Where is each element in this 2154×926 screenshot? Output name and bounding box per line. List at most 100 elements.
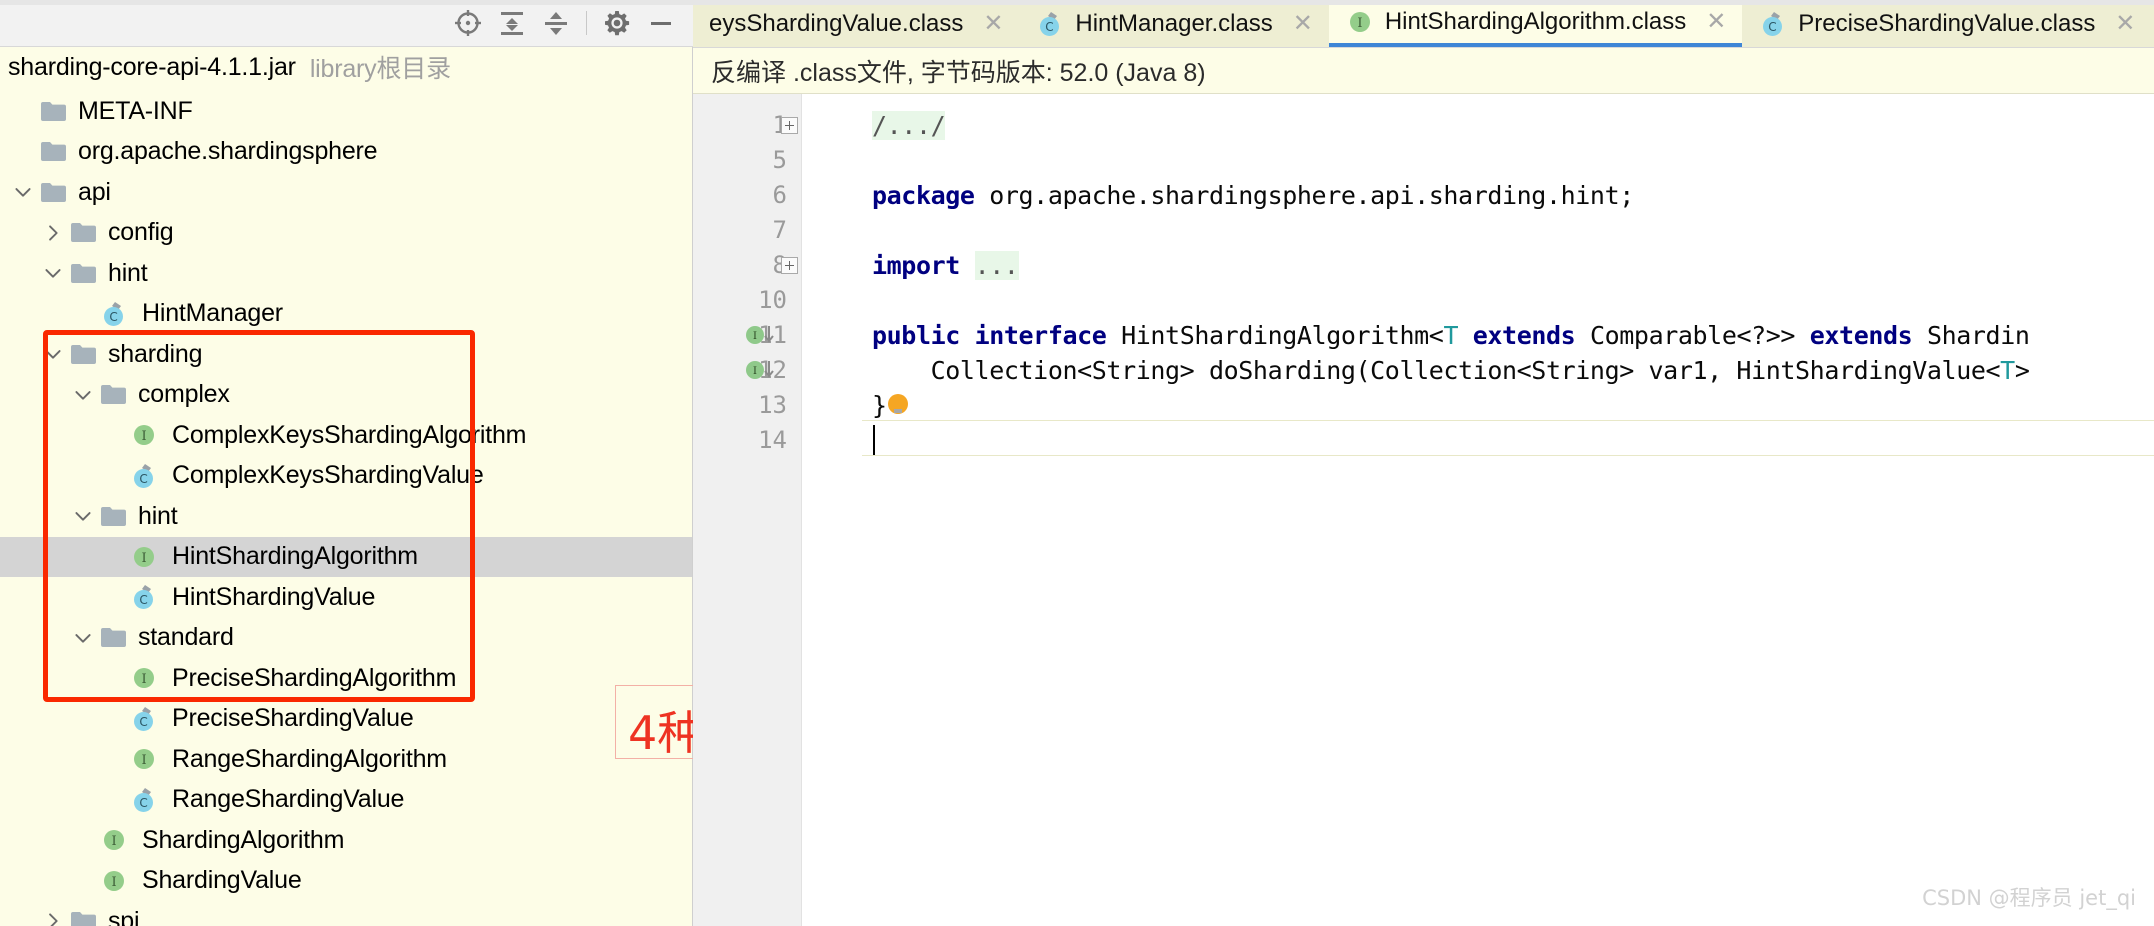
tree-item-api[interactable]: api xyxy=(0,172,693,213)
code-content-area[interactable]: /.../ package org.apache.shardingsphere.a… xyxy=(862,94,2154,926)
tree-item-meta-inf[interactable]: META-INF xyxy=(0,91,693,132)
tab-close-icon[interactable]: ✕ xyxy=(1291,11,1315,36)
text-caret xyxy=(873,425,875,455)
tab-label: HintShardingAlgorithm.class xyxy=(1384,7,1687,35)
code-token: package xyxy=(872,181,975,210)
tree-item-shardingalgorithm[interactable]: I ShardingAlgorithm xyxy=(0,820,693,861)
tree-item-rangeshardingalgorithm[interactable]: I RangeShardingAlgorithm xyxy=(0,739,693,780)
tree-item-org-apache-shardingsphere[interactable]: org.apache.shardingsphere xyxy=(0,132,693,173)
collapse-all-icon[interactable] xyxy=(492,6,532,40)
hide-panel-icon[interactable] xyxy=(641,6,681,40)
folder-icon xyxy=(98,501,128,531)
tree-item-complexkeysshardingalgorithm[interactable]: I ComplexKeysShardingAlgorithm xyxy=(0,415,693,456)
tree-item-complex[interactable]: complex xyxy=(0,375,693,416)
chevron-down-icon[interactable] xyxy=(68,501,98,531)
editor-tab-preciseshardingvalue-class[interactable]: C PreciseShardingValue.class ✕ xyxy=(1742,0,2152,47)
tree-item-sharding[interactable]: sharding xyxy=(0,334,693,375)
svg-text:I: I xyxy=(753,366,757,377)
chevron-right-icon[interactable] xyxy=(38,218,68,248)
tree-item-hintmanager[interactable]: C HintManager xyxy=(0,294,693,335)
class-icon: C xyxy=(128,784,160,816)
tree-item-label: PreciseShardingValue xyxy=(172,704,414,733)
tree-root-label: sharding-core-api-4.1.1.jar xyxy=(8,52,296,81)
svg-text:C: C xyxy=(139,715,147,729)
tree-item-label: ShardingAlgorithm xyxy=(142,825,345,854)
editor-tab-hintmanager-class[interactable]: C HintManager.class ✕ xyxy=(1019,0,1329,47)
fold-expand-icon[interactable] xyxy=(779,108,799,143)
decompiler-notification-bar: 反编译 .class文件, 字节码版本: 52.0 (Java 8) xyxy=(693,48,2154,94)
decompiler-notification-text: 反编译 .class文件, 字节码版本: 52.0 (Java 8) xyxy=(711,58,1206,87)
svg-text:I: I xyxy=(753,331,757,342)
tree-item-label: HintShardingValue xyxy=(172,582,376,611)
expand-all-icon[interactable] xyxy=(536,6,576,40)
svg-text:I: I xyxy=(112,875,117,890)
code-line: } xyxy=(872,388,887,423)
tree-item-standard[interactable]: standard xyxy=(0,618,693,659)
scroll-from-source-icon[interactable] xyxy=(448,6,488,40)
tree-item-label: ComplexKeysShardingValue xyxy=(172,461,484,490)
fold-expand-icon[interactable] xyxy=(779,248,799,283)
tree-item-hint[interactable]: hint xyxy=(0,253,693,294)
chevron-down-icon[interactable] xyxy=(8,177,38,207)
folder-icon xyxy=(38,177,68,207)
svg-text:C: C xyxy=(139,796,147,810)
tree-item-config[interactable]: config xyxy=(0,213,693,254)
tree-item-label: org.apache.shardingsphere xyxy=(78,137,378,166)
tree-item-label: HintManager xyxy=(142,299,283,328)
tree-item-rangeshardingvalue[interactable]: C RangeShardingValue xyxy=(0,780,693,821)
chevron-down-icon[interactable] xyxy=(38,339,68,369)
svg-text:I: I xyxy=(142,753,147,768)
code-editor[interactable]: 156781011I12I1314 /.../ package org.apach… xyxy=(693,94,2154,926)
code-token: /.../ xyxy=(872,111,946,140)
editor-gutter[interactable]: 156781011I12I1314 xyxy=(693,94,802,926)
tree-item-label: config xyxy=(108,218,174,247)
code-token: Shardin xyxy=(1912,321,2030,350)
chevron-right-icon[interactable] xyxy=(38,906,68,926)
chevron-down-icon[interactable] xyxy=(38,258,68,288)
tree-item-label: RangeShardingAlgorithm xyxy=(172,744,447,773)
project-tree: sharding-core-api-4.1.1.jar library根目录 M… xyxy=(0,47,693,926)
tab-close-icon[interactable]: ✕ xyxy=(1704,9,1728,34)
chevron-down-icon[interactable] xyxy=(68,623,98,653)
tree-item-label: PreciseShardingAlgorithm xyxy=(172,663,457,692)
tab-close-icon[interactable]: ✕ xyxy=(2113,11,2137,36)
toolbar-divider xyxy=(586,11,587,35)
tree-item-label: HintShardingAlgorithm xyxy=(172,542,418,571)
class-icon: C xyxy=(128,460,160,492)
annotation-label: 4种分片算法 xyxy=(628,706,693,760)
folder-icon xyxy=(98,380,128,410)
tree-item-hint[interactable]: hint xyxy=(0,496,693,537)
implemented-marker-icon[interactable]: I xyxy=(745,318,779,353)
tree-item-preciseshardingalgorithm[interactable]: I PreciseShardingAlgorithm xyxy=(0,658,693,699)
tree-item-label: hint xyxy=(138,501,178,530)
svg-text:C: C xyxy=(1769,20,1777,34)
editor-tab-eysshardingvalue-class[interactable]: eysShardingValue.class ✕ xyxy=(693,0,1020,47)
tree-item-label: standard xyxy=(138,623,234,652)
tree-item-hintshardingvalue[interactable]: C HintShardingValue xyxy=(0,577,693,618)
implemented-marker-icon[interactable]: I xyxy=(745,353,779,388)
code-line: package org.apache.shardingsphere.api.sh… xyxy=(872,178,1634,213)
class-icon: C xyxy=(1758,9,1788,39)
intention-bulb-icon[interactable] xyxy=(888,394,908,414)
line-number: 10 xyxy=(758,286,787,314)
interface-icon: I xyxy=(128,419,160,451)
tree-item-hintshardingalgorithm[interactable]: I HintShardingAlgorithm xyxy=(0,536,693,577)
editor-tab-hintshardingalgorithm-class[interactable]: I HintShardingAlgorithm.class ✕ xyxy=(1328,0,1743,47)
settings-gear-icon[interactable] xyxy=(597,6,637,40)
tree-item-complexkeysshardingvalue[interactable]: C ComplexKeysShardingValue xyxy=(0,456,693,497)
tree-item-label: api xyxy=(78,177,111,206)
tree-root-item[interactable]: sharding-core-api-4.1.1.jar library根目录 xyxy=(0,47,693,88)
tree-item-shardingvalue[interactable]: I ShardingValue xyxy=(0,861,693,902)
code-token: interface xyxy=(974,321,1107,350)
interface-icon: I xyxy=(128,743,160,775)
tree-item-label: sharding xyxy=(108,339,203,368)
interface-icon: I xyxy=(128,662,160,694)
tab-close-icon[interactable]: ✕ xyxy=(981,11,1005,36)
tree-item-preciseshardingvalue[interactable]: C PreciseShardingValue xyxy=(0,699,693,740)
editor-tabbar: eysShardingValue.class ✕ C HintManager.clas… xyxy=(693,0,2154,48)
code-line: public interface HintShardingAlgorithm<T… xyxy=(872,318,2030,353)
chevron-down-icon[interactable] xyxy=(68,380,98,410)
tree-item-spi[interactable]: spi xyxy=(0,901,693,926)
